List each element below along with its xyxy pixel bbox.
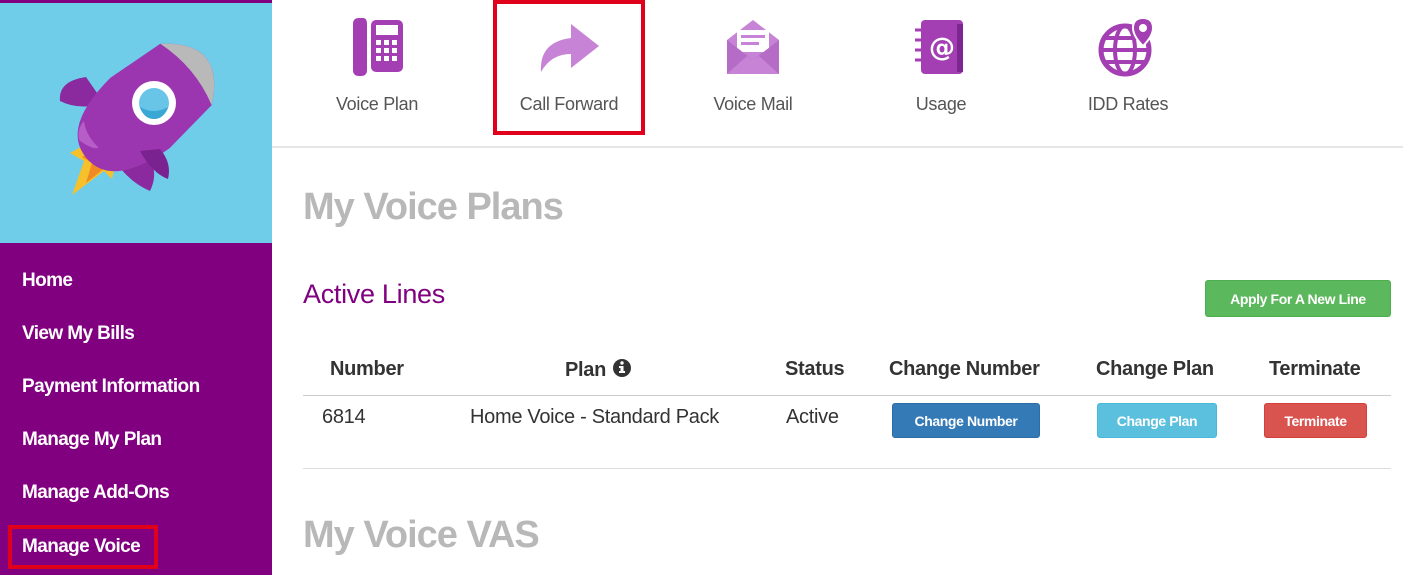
tool-idd-rates-label: IDD Rates (1087, 94, 1169, 114)
sidebar-item-manage-voice[interactable]: Manage Voice (7, 525, 159, 569)
column-header-number: Number (330, 358, 404, 380)
sidebar-item-payment-information[interactable]: Payment Information (10, 367, 200, 407)
rocket-icon (59, 43, 215, 195)
sidebar-item-home[interactable]: Home (10, 261, 73, 301)
table-header-divider (303, 395, 1391, 396)
terminate-button[interactable]: Terminate (1264, 403, 1367, 438)
column-header-status: Status (785, 358, 845, 380)
tool-voice-mail[interactable]: Voice Mail (678, 0, 828, 135)
tool-voice-mail-label: Voice Mail (713, 94, 793, 114)
brand-panel (0, 3, 272, 243)
section-divider (303, 468, 1391, 469)
forward-arrow-icon (540, 24, 599, 72)
tool-idd-rates[interactable]: IDD Rates (1053, 0, 1203, 135)
column-header-change-number: Change Number (889, 358, 1040, 380)
sidebar-item-manage-add-ons[interactable]: Manage Add-Ons (10, 473, 170, 513)
svg-text:@: @ (929, 33, 955, 63)
change-number-button[interactable]: Change Number (892, 403, 1040, 438)
column-header-terminate: Terminate (1269, 358, 1361, 380)
address-book-icon: @ (915, 20, 963, 74)
tool-call-forward[interactable]: Call Forward (493, 0, 645, 135)
tool-voice-plan-label: Voice Plan (335, 94, 419, 114)
change-plan-button[interactable]: Change Plan (1097, 403, 1217, 438)
column-header-plan: Plan (565, 358, 632, 382)
tool-usage[interactable]: @ Usage (866, 0, 1016, 135)
cell-status: Active (786, 406, 839, 428)
active-lines-heading: Active Lines (303, 279, 445, 309)
tool-usage-label: Usage (915, 94, 967, 114)
page-title: My Voice Plans (303, 186, 564, 228)
column-header-change-plan: Change Plan (1096, 358, 1214, 380)
sidebar-item-view-my-bills[interactable]: View My Bills (10, 314, 135, 354)
cell-number: 6814 (322, 406, 366, 428)
column-header-plan-label: Plan (565, 359, 607, 381)
tool-call-forward-label: Call Forward (519, 94, 619, 114)
phone-icon (353, 18, 403, 76)
sidebar: Home View My Bills Payment Information M… (0, 0, 272, 575)
tool-voice-plan[interactable]: Voice Plan (302, 0, 452, 135)
info-icon[interactable] (612, 358, 632, 378)
apply-new-line-button[interactable]: Apply For A New Line (1205, 280, 1391, 317)
globe-pin-icon (1098, 16, 1155, 77)
envelope-icon (727, 20, 779, 74)
cell-plan: Home Voice - Standard Pack (470, 406, 719, 428)
voice-toolbar: Voice Plan Call Forward Voice Mail @ Usa… (272, 0, 1403, 148)
voice-vas-heading: My Voice VAS (303, 514, 540, 556)
sidebar-item-manage-my-plan[interactable]: Manage My Plan (10, 420, 162, 460)
